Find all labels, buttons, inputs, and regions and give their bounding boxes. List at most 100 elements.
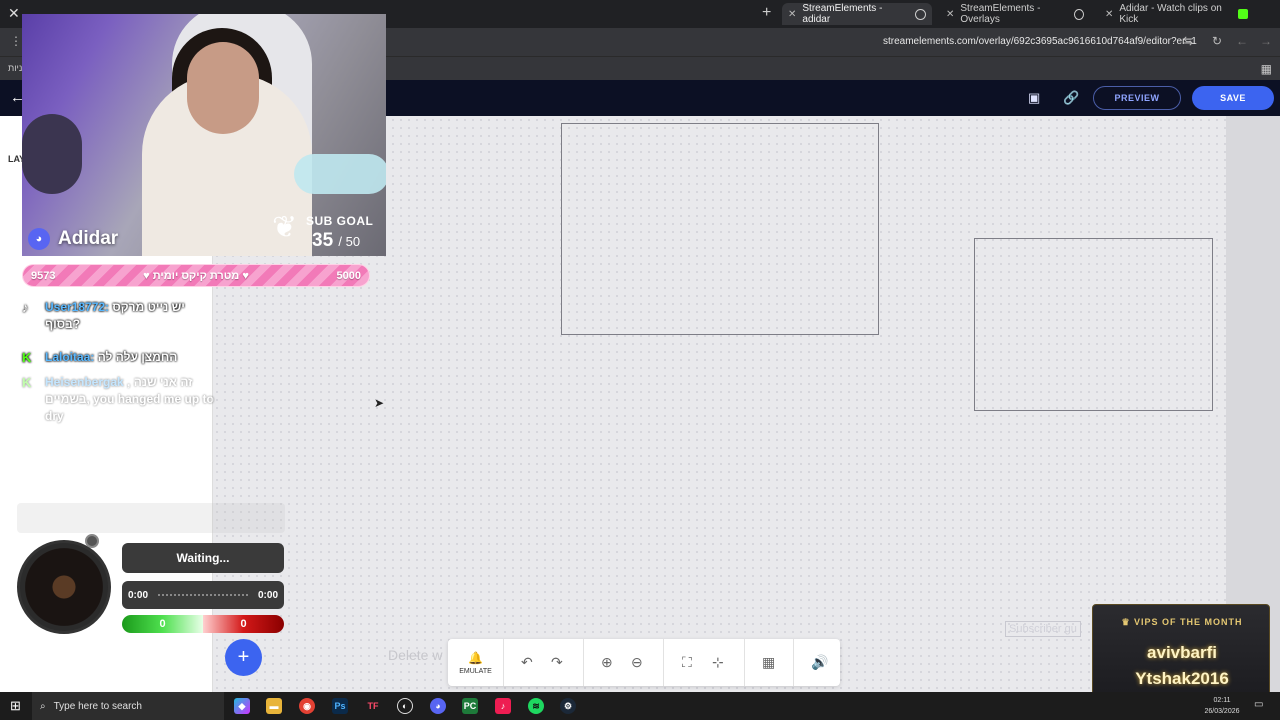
goal-right-value: 5000 [336,269,361,282]
menu-dots-icon[interactable]: ⋮ [10,34,22,48]
file-explorer-icon[interactable]: ▬ [266,698,282,714]
chat-text: החמצן עלה לה [97,350,178,364]
redo-icon[interactable]: ↷ [551,654,563,671]
zoom-in-icon[interactable]: ⊕ [601,654,613,671]
subscriber-goal-tag: Subscriber gu [1005,621,1081,637]
webcam-face [187,42,259,134]
kick-favicon-icon [1238,9,1248,19]
pycharm-icon[interactable]: PC [462,698,478,714]
save-button[interactable]: SAVE [1192,86,1274,110]
spotify-icon[interactable]: ≋ [528,698,544,714]
search-placeholder: Type here to search [53,700,142,712]
fullscreen-icon[interactable]: ⛶ [682,654,692,671]
forward-icon[interactable]: → [1260,34,1272,48]
chat-user: Heisenbergak [45,375,124,389]
apps-grid-icon[interactable]: ▦ [1261,62,1272,76]
vip-name: avivbarfi [1147,643,1217,662]
close-tab-icon[interactable]: ✕ [788,9,796,20]
clock-time: 02:11 [1213,697,1231,704]
fit-screen-icon[interactable]: ⊹ [712,654,724,671]
grid-icon[interactable]: ▦ [762,654,775,671]
discord-badge: ◕ Adidar [28,228,118,250]
kicks-goal-bar: 9573 ♥ מטרת קיקס יומית ♥ 5000 [22,264,370,287]
url-field[interactable]: streamelements.com/overlay/692c3695ac961… [883,36,1197,47]
webcam-microphone [294,154,386,194]
wing-icon: ❦ [272,211,298,244]
mouse-cursor-icon: ➤ [374,396,385,410]
widget-frame[interactable] [974,238,1213,411]
tab-title: StreamElements - adidar [802,3,883,25]
discord-taskbar-icon[interactable]: ◕ [430,698,446,714]
widget-frame[interactable] [561,123,879,335]
goal-left-value: 9573 [31,269,56,282]
zoom-out-icon[interactable]: ⊖ [631,654,643,671]
close-tab-icon[interactable]: ✕ [1105,9,1113,20]
vip-name: Ytshak2016 [1135,669,1229,688]
sub-goal-widget: ❦ SUB GOAL 35 / 50 [272,210,384,256]
sound-icon[interactable]: 🔊 [811,654,828,671]
chat-user: User18772: [45,300,110,314]
chat-user: Laloitaa: [45,350,95,364]
clock-date: 26/03/2026 [1204,708,1240,715]
tab-title: StreamElements - Overlays [960,3,1041,25]
vote-bar: 0 0 [122,615,284,633]
tab-streamelements-overlays[interactable]: ✕ StreamElements - Overlays [940,3,1090,25]
windows-taskbar: ⊞ ⌕ Type here to search ◆ ▬ ◉ Ps TF ◐ ◕ … [0,692,1280,720]
taskbar-clock[interactable]: 02:11 26/03/2026 [1199,695,1245,717]
tab-title: Adidar - Watch clips on Kick [1119,3,1222,25]
goal-title: ♥ מטרת קיקס יומית ♥ [143,269,249,282]
sub-goal-count: 35 / 50 [312,230,360,252]
vips-title-text: VIPS OF THE MONTH [1134,617,1243,627]
vips-title: ♛ VIPS OF THE MONTH [1121,617,1243,627]
copilot-icon[interactable]: ◆ [234,698,250,714]
vips-widget: ♛ VIPS OF THE MONTH avivbarfi Ytshak2016 [1092,604,1270,706]
tab-kick-clips[interactable]: ✕ Adidar - Watch clips on Kick [1099,3,1234,25]
time-start: 0:00 [128,589,149,601]
time-end: 0:00 [257,589,278,601]
tf-app-icon[interactable]: TF [365,698,381,714]
taskbar-search[interactable]: ⌕ Type here to search [32,692,224,720]
vinyl-disc [17,540,111,634]
link-icon[interactable]: 🔗 [1063,90,1079,106]
steam-icon[interactable]: ⚙ [560,698,576,714]
sub-goal-target: / 50 [338,234,361,249]
progress-track [158,594,248,596]
obs-icon[interactable]: ◐ [397,698,413,714]
site-settings-icon[interactable]: ⇆ [1183,34,1193,48]
windows-start-icon[interactable]: ⊞ [10,698,21,714]
notification-icon[interactable]: ▭ [1254,699,1263,710]
photoshop-icon[interactable]: Ps [332,698,348,714]
add-widget-button[interactable]: + [225,639,262,676]
sub-goal-label: SUB GOAL [306,214,374,228]
search-icon: ⌕ [40,700,46,712]
toolbar-divider [744,639,745,686]
close-tab-icon[interactable]: ✕ [946,9,954,20]
preview-button[interactable]: PREVIEW [1093,86,1181,110]
emulate-button[interactable]: 🔔 EMULATE [448,639,504,686]
download-icon[interactable] [1074,8,1084,20]
tiktok-icon: ♪ [22,300,29,315]
chrome-icon[interactable]: ◉ [299,698,315,714]
toolbar-divider [583,639,584,686]
reload-icon[interactable]: ↻ [1212,34,1222,48]
toolbar-divider [793,639,794,686]
screen-icon[interactable]: ▣ [1028,90,1040,106]
chat-message: K Heisenbergak , זה אני שנה בשמיים, you … [22,374,222,425]
music-status: Waiting... [122,543,284,573]
vote-right: 0 [203,615,284,633]
tiktok-taskbar-icon[interactable]: ♪ [495,698,511,714]
undo-icon[interactable]: ↶ [521,654,533,671]
canvas-toolbar: 🔔 EMULATE ↶ ↷ ⊕ ⊖ ⛶ ⊹ ▦ 🔊 [448,639,840,686]
close-window-icon[interactable]: ✕ [8,5,20,22]
new-tab-icon[interactable]: + [762,4,771,22]
delete-hint: Delete w [388,647,443,663]
kick-icon: K [22,375,32,390]
toolbar-divider [663,639,664,686]
kick-icon: K [22,350,32,365]
back-icon[interactable]: ← [1236,34,1248,48]
vote-left: 0 [122,615,203,633]
tonearm-icon [85,534,99,548]
download-icon[interactable] [915,8,926,20]
bookmark-item[interactable]: ניות [8,63,22,73]
tab-streamelements-adidar[interactable]: ✕ StreamElements - adidar [782,3,932,25]
